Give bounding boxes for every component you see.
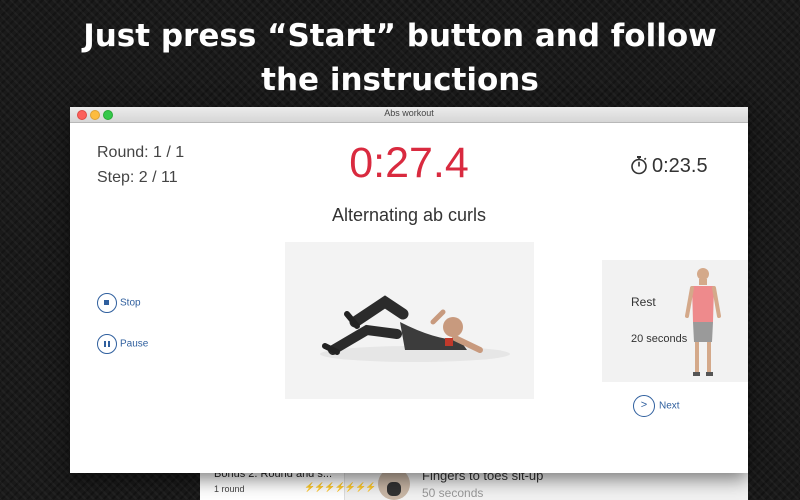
headline-line-2: the instructions: [261, 62, 539, 98]
next-button[interactable]: > Next: [633, 395, 680, 417]
intensity-indicator-icon: ⚡⚡⚡⚡⚡⚡⚡: [304, 482, 376, 492]
stopwatch-icon: [631, 156, 647, 175]
exercise-demo-image: [285, 242, 534, 399]
elapsed-stopwatch: 0:23.5: [630, 155, 708, 178]
workout-list-item-subtitle: 1 round: [214, 484, 245, 494]
countdown-timer: 0:27.4: [349, 139, 469, 187]
pause-icon: [97, 334, 117, 354]
window-titlebar[interactable]: Abs workout: [70, 107, 748, 123]
stop-icon: [97, 293, 117, 313]
stop-label: Stop: [120, 297, 141, 309]
round-counter: Round: 1 / 1: [97, 144, 185, 161]
next-exercise-image: [685, 268, 721, 376]
exercise-name: Alternating ab curls: [331, 205, 487, 225]
stop-button[interactable]: Stop: [97, 293, 141, 313]
headline-line-1: Just press “Start” button and follow: [83, 18, 717, 54]
window-title: Abs workout: [384, 108, 434, 118]
pause-button[interactable]: Pause: [97, 334, 148, 354]
next-exercise-card: Rest 20 seconds: [602, 260, 748, 382]
chevron-right-icon: >: [633, 395, 655, 417]
stopwatch-value: 0:23.5: [652, 155, 708, 177]
promo-headline: Just press “Start” button and follow the…: [0, 14, 800, 102]
next-exercise-title: Rest: [631, 295, 656, 309]
workout-window: Abs workout Round: 1 / 1 Step: 2 / 11 0:…: [70, 107, 748, 473]
next-label: Next: [659, 400, 680, 412]
step-counter: Step: 2 / 11: [97, 169, 178, 186]
pause-label: Pause: [120, 338, 149, 350]
exercise-list-duration: 50 seconds: [422, 486, 484, 500]
